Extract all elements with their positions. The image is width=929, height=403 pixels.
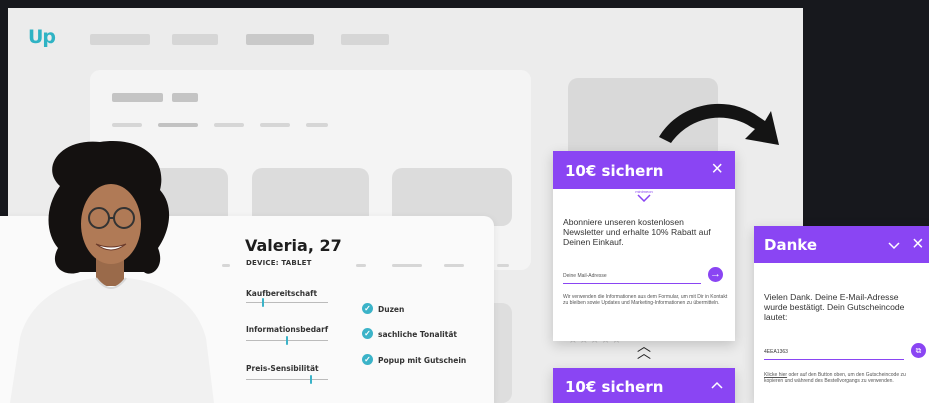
copy-link[interactable]: Klicke hier <box>764 372 787 378</box>
text-placeholder <box>306 123 328 127</box>
persona-device: DEVICE: TABLET <box>246 259 312 267</box>
nav-placeholder <box>172 34 218 45</box>
popup-header: 10€ sichern <box>553 368 735 403</box>
popup-title: 10€ sichern <box>565 162 664 180</box>
check-icon: ✓ <box>362 354 373 365</box>
text-placeholder <box>112 123 142 127</box>
text-placeholder <box>112 93 163 102</box>
check-icon: ✓ <box>362 328 373 339</box>
arrow-right-icon[interactable]: → <box>708 267 723 282</box>
thanks-text: Vielen Dank. Deine E-Mail-Adresse wurde … <box>764 292 905 322</box>
persona-photo <box>10 141 214 403</box>
collapsed-popup: 10€ sichern <box>553 368 735 403</box>
chevron-down-icon <box>637 194 651 202</box>
arrow-icon <box>659 103 779 145</box>
slider-track[interactable] <box>246 375 328 384</box>
logo: Up <box>28 26 56 48</box>
input-underline <box>563 283 701 284</box>
newsletter-popup: 10€ sichern × minimeon Abonniere unseren… <box>553 151 735 341</box>
double-chevron-up-icon: ︿ ︿ <box>637 338 651 361</box>
text-placeholder <box>392 264 422 267</box>
slider-track[interactable] <box>246 336 328 345</box>
text-placeholder <box>260 123 290 127</box>
text-placeholder <box>214 123 244 127</box>
nav-placeholder <box>90 34 150 45</box>
popup-title: Danke <box>764 236 817 254</box>
check-icon: ✓ <box>362 303 373 314</box>
text-placeholder <box>158 123 198 127</box>
popup-disclaimer: Wir verwenden die Informationen aus dem … <box>563 294 728 307</box>
popup-header: 10€ sichern × <box>553 151 735 189</box>
check-label: Duzen <box>378 305 405 314</box>
email-input[interactable]: Deine Mail-Adresse <box>563 273 607 279</box>
voucher-code: 4EEA1363 <box>764 349 788 355</box>
text-placeholder <box>444 264 464 267</box>
nav-placeholder <box>246 34 314 45</box>
text-placeholder <box>222 264 230 267</box>
copy-icon[interactable]: ⧉ <box>911 343 926 358</box>
popup-title: 10€ sichern <box>565 378 664 396</box>
slider-label: Informationsbedarf <box>246 325 329 334</box>
slider-thumb[interactable] <box>310 375 312 384</box>
check-label: sachliche Tonalität <box>378 330 457 339</box>
text-placeholder <box>356 264 366 267</box>
text-placeholder <box>172 93 198 102</box>
popup-header: Danke × <box>754 226 929 263</box>
close-icon[interactable]: × <box>711 158 723 180</box>
text-placeholder <box>497 264 509 267</box>
chevron-down-icon[interactable] <box>888 242 900 250</box>
popup-text: Abonniere unseren kostenlosen Newsletter… <box>563 217 711 247</box>
check-label: Popup mit Gutschein <box>378 356 467 365</box>
input-underline <box>764 359 904 360</box>
chevron-up-icon[interactable] <box>711 381 723 389</box>
slider-thumb[interactable] <box>286 336 288 345</box>
thanks-popup: Danke × Vielen Dank. Deine E-Mail-Adress… <box>754 226 929 403</box>
nav-placeholder <box>341 34 389 45</box>
slider-label: Preis-Sensibilität <box>246 364 319 373</box>
slider-track[interactable] <box>246 298 328 307</box>
stage: Up ★★★★★ Valeria, 27 DEVICE: TABLET Kauf… <box>0 0 929 403</box>
thanks-hint: Klicke hier oder auf den Button oben, um… <box>764 372 924 385</box>
close-icon[interactable]: × <box>912 233 924 255</box>
persona-name: Valeria, 27 <box>245 236 342 255</box>
slider-thumb[interactable] <box>262 298 264 307</box>
slider-label: Kaufbereitschaft <box>246 289 318 298</box>
